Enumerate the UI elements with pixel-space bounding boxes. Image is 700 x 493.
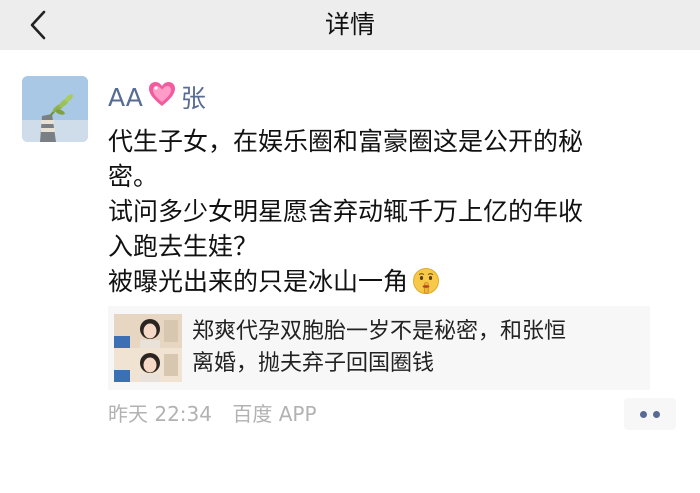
more-dots-icon — [640, 410, 647, 418]
news-thumbnail — [114, 314, 182, 382]
post-source[interactable]: 百度 APP — [232, 402, 316, 426]
post-text-last-line: 被曝光出来的只是冰山一角 — [108, 264, 668, 304]
shared-link-card[interactable]: 郑爽代孕双胞胎一岁不是秘密，和张恒 离婚，抛夫弃子回国圈钱 — [108, 306, 650, 390]
post-meta: 昨天 22:34 百度 APP — [108, 400, 317, 428]
post-text: 代生子女，在娱乐圈和富豪圈这是公开的秘 密。 试问多少女明星愿舍弃动辄千万上亿的… — [108, 124, 668, 304]
avatar[interactable] — [22, 76, 88, 142]
more-dots-icon — [653, 410, 660, 418]
post-text-line: 试问多少女明星愿舍弃动辄千万上亿的年收 — [108, 197, 584, 226]
post-time: 昨天 22:34 — [108, 402, 212, 426]
author-name-suffix: 张 — [180, 84, 206, 113]
author-name[interactable]: AA 张 — [108, 80, 206, 114]
shared-link-title-line: 离婚，抛夫弃子回国圈钱 — [192, 351, 435, 376]
sparkling-heart-icon — [147, 80, 177, 114]
author-name-prefix: AA — [108, 82, 143, 112]
page-title: 详情 — [324, 10, 375, 39]
post-text-line: 被曝光出来的只是冰山一角 — [108, 267, 409, 296]
shushing-face-icon — [412, 267, 440, 304]
shared-link-title-line: 郑爽代孕双胞胎一岁不是秘密，和张恒 — [192, 319, 567, 344]
more-button[interactable] — [624, 398, 676, 430]
post-text-line: 代生子女，在娱乐圈和富豪圈这是公开的秘 — [108, 127, 584, 156]
shared-link-title: 郑爽代孕双胞胎一岁不是秘密，和张恒 离婚，抛夫弃子回国圈钱 — [192, 316, 642, 380]
post-text-line: 入跑去生娃？ — [108, 232, 259, 261]
post-text-line: 密。 — [108, 162, 159, 191]
nav-bar: 详情 — [0, 0, 700, 50]
avatar-image — [22, 76, 88, 142]
